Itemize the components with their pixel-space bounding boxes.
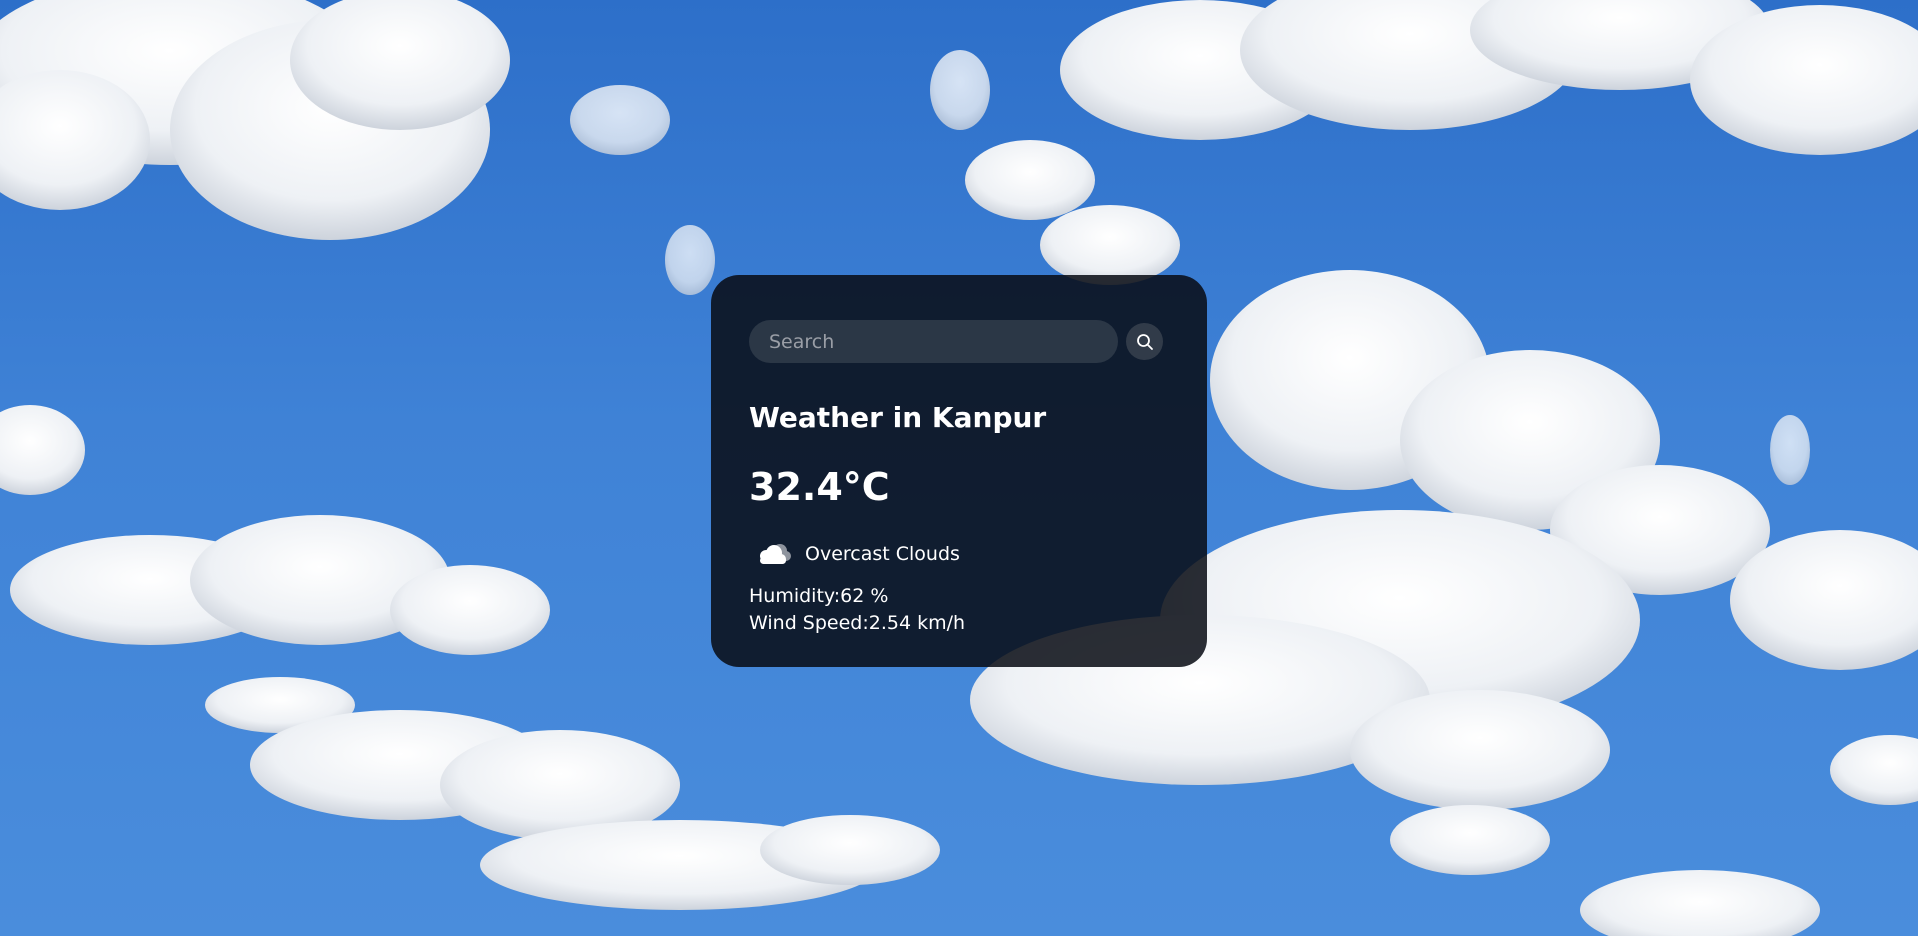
search-icon bbox=[1136, 333, 1153, 350]
weather-card: Weather in Kanpur 32.4°C Overcast Clouds… bbox=[711, 275, 1207, 667]
temperature: 32.4°C bbox=[749, 464, 890, 509]
cloud-icon bbox=[760, 544, 791, 565]
condition: Overcast Clouds bbox=[749, 534, 1169, 574]
condition-description: Overcast Clouds bbox=[805, 543, 960, 566]
search-input[interactable] bbox=[749, 320, 1118, 363]
location-title: Weather in Kanpur bbox=[749, 401, 1047, 434]
search-button[interactable] bbox=[1126, 323, 1163, 360]
wind-speed: Wind Speed:2.54 km/h bbox=[749, 612, 966, 635]
humidity: Humidity:62 % bbox=[749, 585, 889, 608]
search-bar bbox=[749, 320, 1169, 363]
